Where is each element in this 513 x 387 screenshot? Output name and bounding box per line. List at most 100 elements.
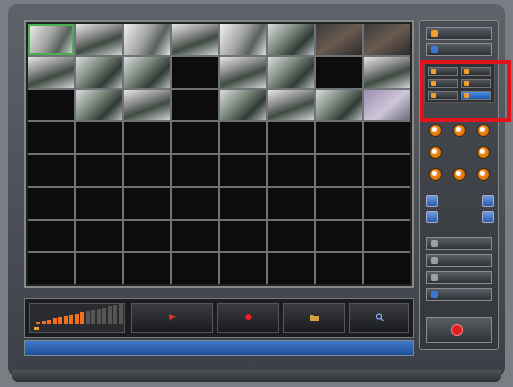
folder-button[interactable] — [283, 303, 345, 333]
camera-cell[interactable] — [316, 187, 362, 219]
camera-cell[interactable] — [124, 24, 170, 55]
camera-cell[interactable] — [268, 89, 314, 121]
menu-button-setup[interactable] — [426, 237, 492, 250]
camera-cell[interactable] — [364, 220, 410, 252]
camera-cell[interactable] — [76, 56, 122, 88]
camera-cell[interactable] — [28, 253, 74, 284]
camera-cell[interactable] — [268, 220, 314, 252]
camera-cell[interactable] — [220, 155, 266, 186]
camera-cell[interactable] — [28, 155, 74, 186]
camera-cell[interactable] — [76, 122, 122, 153]
camera-cell[interactable] — [28, 24, 74, 55]
split-button-4[interactable] — [461, 67, 491, 76]
camera-cell[interactable] — [172, 89, 218, 121]
camera-select-button[interactable] — [426, 27, 492, 40]
camera-cell[interactable] — [172, 122, 218, 153]
camera-cell[interactable] — [124, 56, 170, 88]
camera-cell[interactable] — [220, 56, 266, 88]
camera-cell[interactable] — [28, 122, 74, 153]
camera-cell[interactable] — [364, 155, 410, 186]
ptz-down-button[interactable] — [453, 168, 466, 181]
camera-cell[interactable] — [124, 220, 170, 252]
camera-cell[interactable] — [76, 187, 122, 219]
camera-cell[interactable] — [172, 155, 218, 186]
ptz-right-button[interactable] — [477, 146, 490, 159]
camera-grid-panel — [24, 20, 414, 288]
camera-cell[interactable] — [220, 24, 266, 55]
camera-cell[interactable] — [316, 89, 362, 121]
focus-near-button[interactable] — [426, 211, 438, 223]
camera-cell[interactable] — [220, 220, 266, 252]
folder-icon — [309, 315, 319, 321]
camera-cell[interactable] — [76, 89, 122, 121]
camera-cell[interactable] — [28, 220, 74, 252]
camera-cell[interactable] — [268, 24, 314, 55]
camera-cell[interactable] — [316, 155, 362, 186]
focus-far-button[interactable] — [482, 211, 494, 223]
camera-cell[interactable] — [316, 122, 362, 153]
camera-cell[interactable] — [268, 122, 314, 153]
camera-cell[interactable] — [316, 56, 362, 88]
camera-cell[interactable] — [124, 253, 170, 284]
menu-button-info[interactable] — [426, 288, 492, 301]
camera-cell[interactable] — [124, 187, 170, 219]
record-button[interactable] — [217, 303, 279, 333]
camera-cell[interactable] — [364, 187, 410, 219]
search-icon — [375, 313, 384, 321]
zoom-out-button[interactable] — [426, 195, 438, 207]
camera-cell[interactable] — [268, 56, 314, 88]
camera-cell[interactable] — [76, 24, 122, 55]
camera-cell[interactable] — [172, 187, 218, 219]
camera-cell[interactable] — [316, 220, 362, 252]
camera-cell[interactable] — [172, 56, 218, 88]
camera-cell[interactable] — [172, 220, 218, 252]
camera-cell[interactable] — [76, 220, 122, 252]
camera-cell[interactable] — [124, 122, 170, 153]
split-button-1[interactable] — [428, 67, 458, 76]
camera-cell[interactable] — [76, 155, 122, 186]
volume-meter[interactable] — [29, 303, 125, 333]
camera-cell[interactable] — [220, 89, 266, 121]
camera-grid — [28, 24, 410, 284]
camera-cell[interactable] — [172, 24, 218, 55]
camera-cell[interactable] — [268, 253, 314, 284]
camera-cell[interactable] — [316, 253, 362, 284]
split-button-16[interactable] — [461, 79, 491, 88]
camera-cell[interactable] — [364, 253, 410, 284]
menu-button-search[interactable] — [426, 254, 492, 267]
menu-button-log[interactable] — [426, 271, 492, 284]
ptz-down-right-button[interactable] — [477, 168, 490, 181]
camera-cell[interactable] — [268, 187, 314, 219]
ptz-up-button[interactable] — [453, 124, 466, 137]
camera-cell[interactable] — [28, 187, 74, 219]
camera-cell[interactable] — [364, 122, 410, 153]
camera-cell[interactable] — [220, 122, 266, 153]
camera-cell[interactable] — [172, 253, 218, 284]
ptz-down-left-button[interactable] — [429, 168, 442, 181]
layout-select-button[interactable] — [426, 43, 492, 56]
ptz-up-left-button[interactable] — [429, 124, 442, 137]
split-button-64[interactable] — [461, 91, 491, 100]
camera-cell[interactable] — [124, 155, 170, 186]
ptz-up-right-button[interactable] — [477, 124, 490, 137]
camera-cell[interactable] — [124, 89, 170, 121]
exit-button[interactable] — [426, 317, 492, 343]
pointer-button[interactable] — [131, 303, 213, 333]
ptz-left-button[interactable] — [429, 146, 442, 159]
split-button-9[interactable] — [428, 79, 458, 88]
gear-icon — [431, 240, 438, 247]
volume-bar — [69, 314, 73, 324]
camera-cell[interactable] — [364, 24, 410, 55]
camera-cell[interactable] — [220, 187, 266, 219]
camera-cell[interactable] — [268, 155, 314, 186]
camera-cell[interactable] — [220, 253, 266, 284]
camera-cell[interactable] — [28, 89, 74, 121]
camera-cell[interactable] — [316, 24, 362, 55]
camera-cell[interactable] — [28, 56, 74, 88]
split-button-25[interactable] — [428, 91, 458, 100]
camera-cell[interactable] — [364, 89, 410, 121]
camera-cell[interactable] — [76, 253, 122, 284]
zoom-in-button[interactable] — [482, 195, 494, 207]
search-button[interactable] — [349, 303, 409, 333]
camera-cell[interactable] — [364, 56, 410, 88]
